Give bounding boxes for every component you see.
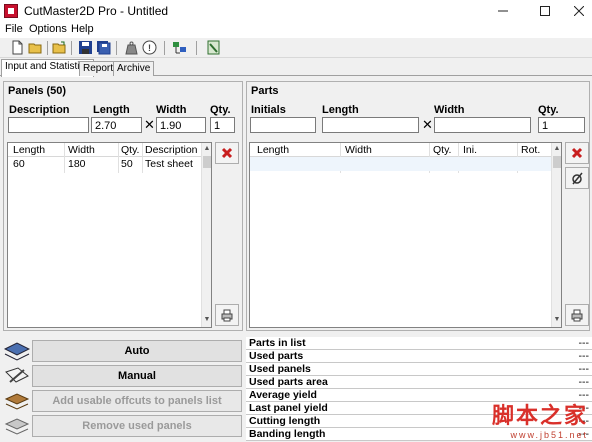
panels-scrollbar[interactable]: ▲ ▼ xyxy=(201,143,211,327)
new-file-icon[interactable] xyxy=(10,40,25,55)
col-ini[interactable]: Ini. xyxy=(463,144,477,156)
maximize-icon xyxy=(540,6,550,16)
close-icon xyxy=(574,6,584,16)
parts-table-header: Length Width Qty. Ini. Rot. xyxy=(250,143,551,157)
delete-x-icon xyxy=(221,147,233,159)
window-title: CutMaster2D Pro - Untitled xyxy=(24,4,169,18)
calculator-icon[interactable] xyxy=(206,40,221,55)
parts-initials-label: Initials xyxy=(251,104,286,116)
tab-bar: Input and Statistics Report Archive xyxy=(0,58,592,77)
panels-length-input[interactable]: 2.70 xyxy=(91,117,142,133)
open-folder-icon[interactable] xyxy=(28,40,43,55)
watermark-text: 脚本之家 xyxy=(491,403,588,429)
stat-used-parts-area: Used parts area --- xyxy=(246,376,592,389)
panels-width-input[interactable]: 1.90 xyxy=(156,117,206,133)
panels-table[interactable]: Length Width Qty. Description 60 180 50 … xyxy=(7,142,212,328)
print-parts-button[interactable] xyxy=(565,304,589,326)
stat-parts-in-list: Parts in list --- xyxy=(246,337,592,350)
col-width[interactable]: Width xyxy=(68,144,95,156)
delete-panel-button[interactable] xyxy=(215,142,239,164)
scroll-up-icon: ▲ xyxy=(553,145,561,152)
save-icon[interactable] xyxy=(78,40,93,55)
multiply-icon: ✕ xyxy=(144,117,155,132)
network-icon[interactable] xyxy=(172,40,187,55)
panels-width-label: Width xyxy=(156,104,187,116)
col-qty[interactable]: Qty. xyxy=(121,144,139,156)
col-width[interactable]: Width xyxy=(345,144,372,156)
delete-x-icon xyxy=(571,147,583,159)
rotate-icon xyxy=(572,172,583,185)
app-icon xyxy=(4,4,18,18)
title-bar: CutMaster2D Pro - Untitled xyxy=(0,0,592,22)
multiply-icon: ✕ xyxy=(422,117,433,132)
minimize-icon xyxy=(498,10,508,12)
minimize-button[interactable] xyxy=(488,0,518,22)
panels-description-input[interactable] xyxy=(8,117,89,133)
col-length[interactable]: Length xyxy=(13,144,45,156)
parts-length-input[interactable] xyxy=(322,117,419,133)
menu-bar: File Options Help xyxy=(0,22,592,38)
maximize-button[interactable] xyxy=(530,0,560,22)
auto-optimize-icon xyxy=(4,342,30,361)
toolbar: ! xyxy=(0,38,592,58)
offcuts-icon xyxy=(4,393,30,410)
panels-description-label: Description xyxy=(9,104,70,116)
panels-qty-label: Qty. xyxy=(210,104,231,116)
panels-title: Panels (50) xyxy=(8,85,67,97)
parts-title: Parts xyxy=(251,85,279,97)
table-row[interactable]: 60 180 50 Test sheet xyxy=(8,157,201,171)
printer-icon xyxy=(571,309,583,322)
parts-length-label: Length xyxy=(322,104,359,116)
scroll-down-icon: ▼ xyxy=(203,316,211,323)
printer-icon xyxy=(221,309,233,322)
parts-qty-label: Qty. xyxy=(538,104,559,116)
scroll-down-icon: ▼ xyxy=(553,316,561,323)
watermark-url: www.jb51.net xyxy=(510,430,588,440)
table-row[interactable] xyxy=(250,157,551,171)
panels-group: Panels (50) Description Length Width Qty… xyxy=(3,81,243,331)
panels-qty-input[interactable]: 1 xyxy=(210,117,235,133)
parts-width-label: Width xyxy=(434,104,465,116)
scroll-up-icon: ▲ xyxy=(203,145,211,152)
stat-used-panels: Used panels --- xyxy=(246,363,592,376)
auto-button[interactable]: Auto xyxy=(32,340,242,362)
remove-panels-icon xyxy=(4,418,30,435)
parts-initials-input[interactable] xyxy=(250,117,316,133)
watermark: 脚本之家 www.jb51.net xyxy=(492,398,588,440)
parts-table[interactable]: Length Width Qty. Ini. Rot. ▲ ▼ xyxy=(249,142,562,328)
info-icon[interactable]: ! xyxy=(142,40,157,55)
panels-length-label: Length xyxy=(93,104,130,116)
col-description[interactable]: Description xyxy=(145,144,198,156)
tab-archive[interactable]: Archive xyxy=(113,61,155,76)
close-button[interactable] xyxy=(564,0,592,22)
manual-button[interactable]: Manual xyxy=(32,365,242,387)
parts-scrollbar[interactable]: ▲ ▼ xyxy=(551,143,561,327)
stat-used-parts: Used parts --- xyxy=(246,350,592,363)
remove-used-panels-button[interactable]: Remove used panels xyxy=(32,415,242,437)
print-panels-button[interactable] xyxy=(215,304,239,326)
menu-help[interactable]: Help xyxy=(71,23,94,35)
col-qty[interactable]: Qty. xyxy=(433,144,451,156)
menu-file[interactable]: File xyxy=(5,23,23,35)
manual-cut-icon xyxy=(5,367,29,383)
panels-table-header: Length Width Qty. Description xyxy=(8,143,201,157)
save-as-icon[interactable] xyxy=(96,40,111,55)
col-length[interactable]: Length xyxy=(257,144,289,156)
open-archive-icon[interactable] xyxy=(52,40,67,55)
svg-text:!: ! xyxy=(148,43,151,53)
col-rot[interactable]: Rot. xyxy=(521,144,540,156)
rotate-part-button[interactable] xyxy=(565,167,589,189)
tab-report[interactable]: Report xyxy=(79,61,118,76)
parts-width-input[interactable] xyxy=(434,117,531,133)
weight-icon[interactable] xyxy=(124,40,139,55)
parts-qty-input[interactable]: 1 xyxy=(538,117,585,133)
delete-part-button[interactable] xyxy=(565,142,589,164)
add-offcuts-button[interactable]: Add usable offcuts to panels list xyxy=(32,390,242,412)
menu-options[interactable]: Options xyxy=(29,23,67,35)
parts-group: Parts Initials Length Width Qty. ✕ 1 Len… xyxy=(246,81,590,331)
